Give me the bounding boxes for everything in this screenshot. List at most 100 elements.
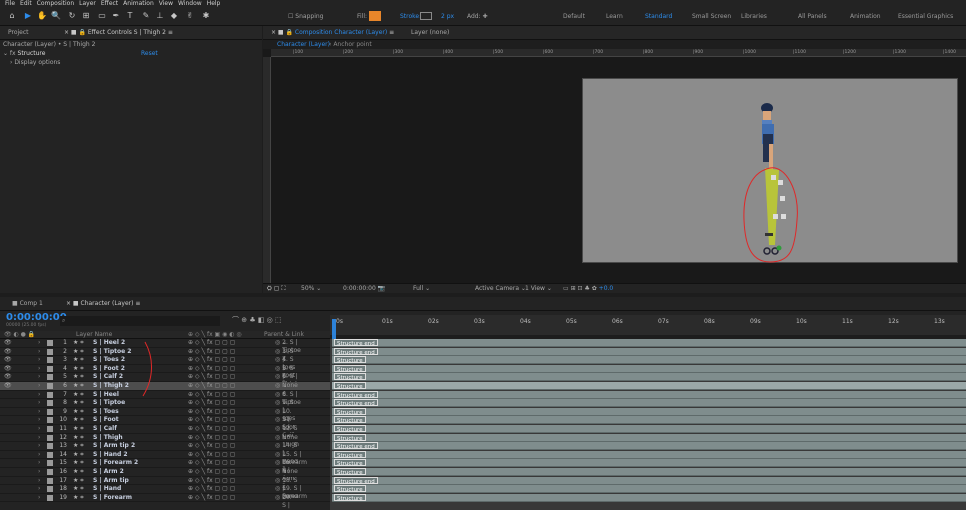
- layer-switches[interactable]: ⊕ ◇ ╲ fx ▢ ▢ ▢: [188, 373, 235, 381]
- eye-icon[interactable]: 👁: [4, 339, 12, 347]
- layer-row[interactable]: › 13 ★ ⌗ S | Arm tip 2 ⊕ ◇ ╲ fx ▢ ▢ ▢ ◎ 14. S…: [0, 442, 330, 473]
- layer-name[interactable]: S | Heel 2: [93, 339, 125, 347]
- layer-name[interactable]: S | Forearm: [93, 494, 132, 502]
- layer-duration-bar[interactable]: Structure: [332, 364, 966, 373]
- layer-row[interactable]: 👁 › 5 ★ ⌗ S | Calf 2 ⊕ ◇ ╲ fx ▢ ▢ ▢ ◎ 6. S | T…: [0, 373, 330, 396]
- tab-effect-controls[interactable]: × ■ 🔒 Effect Controls S | Thigh 2 ≡: [64, 29, 173, 37]
- parent-dropdown[interactable]: ◎ 2. S | Tiptoe 2 ⌄: [275, 339, 301, 362]
- layer-switches[interactable]: ⊕ ◇ ╲ fx ▢ ▢ ▢: [188, 485, 235, 493]
- layer-row[interactable]: › 10 ★ ⌗ S | Foot ⊕ ◇ ╲ fx ▢ ▢ ▢ ◎ 11. S | Ca…: [0, 416, 330, 439]
- parent-dropdown[interactable]: ◎ 6. S | Thigh 2 ⌄: [275, 373, 299, 396]
- layer-name[interactable]: S | Tiptoe 2: [93, 348, 131, 356]
- label-color[interactable]: [47, 426, 53, 432]
- subtab-character-layer[interactable]: Character (Layer): [277, 41, 330, 48]
- menu-item-file[interactable]: File: [5, 0, 15, 8]
- parent-dropdown[interactable]: ◎ 11. S | Calf ⌄: [275, 416, 294, 439]
- parent-dropdown[interactable]: ◎ 10. S | Foot ⌄: [275, 408, 295, 431]
- parent-dropdown[interactable]: ◎ 8. S | Tiptoe ⌄: [275, 391, 301, 406]
- workspace-learn[interactable]: Learn: [606, 12, 623, 21]
- label-color[interactable]: [47, 460, 53, 467]
- layer-switches[interactable]: ⊕ ◇ ╲ fx ▢ ▢ ▢: [188, 451, 235, 459]
- camera-tool-icon[interactable]: ⊞: [80, 10, 92, 22]
- layer-duration-bar[interactable]: Structure: [332, 382, 966, 390]
- layer-row[interactable]: 👁 › 2 ★ ⌗ S | Tiptoe 2 ⊕ ◇ ╲ fx ▢ ▢ ▢ ◎ 3. S |…: [0, 348, 330, 379]
- layer-duration-bar[interactable]: Structure: [332, 468, 966, 476]
- parent-dropdown[interactable]: ◎ None ⌄: [275, 382, 298, 390]
- layer-duration-bar[interactable]: Structure end: [332, 476, 966, 485]
- layer-switches[interactable]: ⊕ ◇ ╲ fx ▢ ▢ ▢: [188, 348, 235, 356]
- layer-row[interactable]: › 16 ★ ⌗ S | Arm 2 ⊕ ◇ ╲ fx ▢ ▢ ▢ ◎ None ⌄: [0, 468, 330, 477]
- layer-row[interactable]: › 17 ★ ⌗ S | Arm tip ⊕ ◇ ╲ fx ▢ ▢ ▢ ◎ 18. S |…: [0, 477, 330, 500]
- expand-arrow-icon[interactable]: ›: [38, 442, 40, 450]
- menu-item-effect[interactable]: Effect: [101, 0, 118, 8]
- menu-item-composition[interactable]: Composition: [37, 0, 74, 8]
- expand-arrow-icon[interactable]: ›: [38, 348, 40, 356]
- layer-name[interactable]: S | Hand: [93, 485, 121, 493]
- parent-dropdown[interactable]: ◎ None ⌄: [275, 434, 298, 442]
- effect-row-structure[interactable]: ⌄ fx Structure Reset: [3, 50, 261, 58]
- layer-search-input[interactable]: ⌕: [60, 316, 220, 326]
- layer-switches[interactable]: ⊕ ◇ ╲ fx ▢ ▢ ▢: [188, 408, 235, 416]
- menu-item-edit[interactable]: Edit: [20, 0, 32, 8]
- shape-tool-icon[interactable]: ▭: [96, 10, 108, 22]
- layer-duration-bar[interactable]: Structure: [332, 433, 966, 442]
- time-ruler[interactable]: 0s 01s 02s 03s 04s 05s 06s 07s 08s 09s 10s 11s 12s 13…: [330, 315, 966, 335]
- viewer-icons[interactable]: ⛭ ▢ ⛶: [267, 285, 285, 293]
- label-color[interactable]: [47, 408, 53, 415]
- layer-switches[interactable]: ⊕ ◇ ╲ fx ▢ ▢ ▢: [188, 391, 235, 399]
- parent-dropdown[interactable]: ◎ 18. S | Hand ⌄: [275, 477, 298, 500]
- layer-duration-bar[interactable]: Structure end: [332, 399, 966, 408]
- layer-row[interactable]: 👁 › 3 ★ ⌗ S | Toes 2 ⊕ ◇ ╲ fx ▢ ▢ ▢ ◎ 4. S | F…: [0, 356, 330, 387]
- layer-name[interactable]: S | Hand 2: [93, 451, 128, 459]
- expand-arrow-icon[interactable]: ›: [38, 434, 40, 442]
- layer-name[interactable]: S | Calf: [93, 425, 117, 433]
- layer-switches[interactable]: ⊕ ◇ ╲ fx ▢ ▢ ▢: [188, 339, 235, 347]
- layer-duration-bar[interactable]: Structure: [332, 493, 966, 502]
- parent-dropdown[interactable]: ◎ 9. S | Toes ⌄: [275, 399, 295, 422]
- layer-row[interactable]: 👁 › 1 ★ ⌗ S | Heel 2 ⊕ ◇ ╲ fx ▢ ▢ ▢ ◎ 2. S | T…: [0, 339, 330, 362]
- layer-duration-bar[interactable]: Structure: [332, 450, 966, 459]
- layer-name[interactable]: S | Tiptoe: [93, 399, 125, 407]
- home-icon[interactable]: ⌂: [6, 10, 18, 22]
- parent-dropdown[interactable]: ◎ 20. S | Arm ⌄: [275, 494, 294, 510]
- character-figure[interactable]: [735, 100, 795, 265]
- layer-name[interactable]: S | Arm tip: [93, 477, 129, 485]
- tab-character-layer[interactable]: × ■ Character (Layer) ≡: [66, 300, 140, 308]
- tab-comp1[interactable]: ■ Comp 1: [12, 300, 43, 308]
- type-tool-icon[interactable]: T: [124, 10, 136, 22]
- layer-name[interactable]: S | Foot 2: [93, 365, 125, 373]
- layer-duration-bar[interactable]: Structure: [332, 373, 966, 382]
- brush-tool-icon[interactable]: ✎: [140, 10, 152, 22]
- viewer-tools[interactable]: ▭ ⊞ ⊡ ♣ ✿ +0.0: [563, 285, 613, 293]
- layer-duration-bar[interactable]: Structure: [332, 459, 966, 468]
- layer-name[interactable]: S | Forearm 2: [93, 459, 138, 467]
- layer-row[interactable]: › 9 ★ ⌗ S | Toes ⊕ ◇ ╲ fx ▢ ▢ ▢ ◎ 10. S | Foo…: [0, 408, 330, 431]
- label-color[interactable]: [47, 400, 53, 407]
- eye-icon[interactable]: 👁: [4, 373, 12, 381]
- timeline-switch-icons[interactable]: ⌒ ⊕ ♣ ◧ ◎ ⬚: [232, 315, 282, 325]
- layer-name[interactable]: S | Toes: [93, 408, 119, 416]
- tab-composition[interactable]: × ■ 🔒 Composition Character (Layer) ≡: [271, 29, 394, 37]
- timeline-timecode[interactable]: 0:00:00:00: [6, 312, 67, 323]
- stroke-swatch[interactable]: [420, 12, 432, 20]
- parent-dropdown[interactable]: ◎ 15. S | Forearm ⌄: [275, 451, 307, 466]
- expand-arrow-icon[interactable]: ›: [38, 408, 40, 416]
- subtab-anchor[interactable]: ‹ Anchor point: [329, 41, 372, 48]
- layer-switches[interactable]: ⊕ ◇ ╲ fx ▢ ▢ ▢: [188, 459, 235, 467]
- layer-row[interactable]: › 7 ★ ⌗ S | Heel ⊕ ◇ ╲ fx ▢ ▢ ▢ ◎ 8. S | Tipt…: [0, 391, 330, 406]
- fill-swatch[interactable]: [369, 11, 381, 21]
- label-color[interactable]: [47, 357, 53, 364]
- layer-switches[interactable]: ⊕ ◇ ╲ fx ▢ ▢ ▢: [188, 416, 235, 424]
- menu-item-help[interactable]: Help: [207, 0, 221, 8]
- layer-switches[interactable]: ⊕ ◇ ╲ fx ▢ ▢ ▢: [188, 399, 235, 407]
- expand-arrow-icon[interactable]: ›: [38, 416, 40, 424]
- parent-dropdown[interactable]: ◎ 16. S | Arm 2 ⌄: [275, 459, 294, 490]
- parent-dropdown[interactable]: ◎ 4. S | Foot 2 ⌄: [275, 356, 295, 387]
- label-color[interactable]: [47, 494, 53, 501]
- layer-row[interactable]: › 19 ★ ⌗ S | Forearm ⊕ ◇ ╲ fx ▢ ▢ ▢ ◎ 20. S |…: [0, 494, 330, 510]
- layer-switches[interactable]: ⊕ ◇ ╲ fx ▢ ▢ ▢: [188, 365, 235, 373]
- display-options-item[interactable]: › Display options: [10, 59, 60, 67]
- label-color[interactable]: [47, 374, 53, 381]
- label-color[interactable]: [47, 469, 53, 475]
- label-color[interactable]: [47, 417, 53, 424]
